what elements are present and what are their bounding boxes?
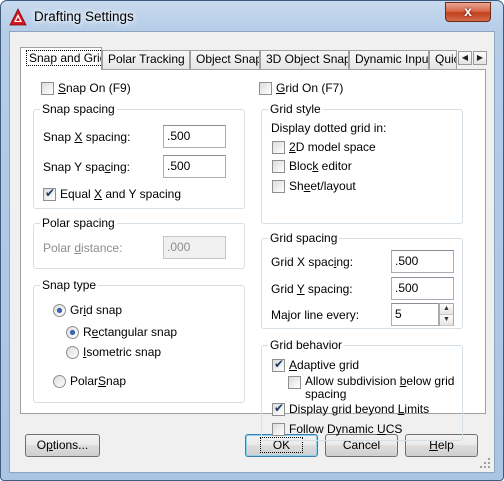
autocad-logo-icon [9, 8, 27, 26]
grid-style-group: Grid style Display dotted grid in: 2D mo… [261, 102, 463, 224]
grid-spacing-group: Grid spacing Grid X spacing: .500 Grid Y… [261, 231, 463, 329]
grid-spacing-legend: Grid spacing [268, 231, 340, 245]
polar-distance-input: .000 [163, 236, 226, 259]
polar-spacing-group: Polar spacing Polar distance: .000 [33, 216, 245, 269]
grid-sheet-layout-box[interactable] [272, 179, 285, 193]
equal-xy-spacing-box[interactable] [43, 186, 56, 201]
options-button[interactable]: Options... [25, 434, 100, 457]
grid-block-editor-checkbox[interactable]: Block editor [272, 159, 352, 173]
isometric-snap-radio-dot[interactable] [66, 345, 79, 359]
chevron-left-icon: ◀ [461, 53, 469, 62]
snap-spacing-group: Snap spacing Snap X spacing: .500 Snap Y… [33, 102, 245, 209]
polar-distance-label: Polar distance: [43, 241, 123, 255]
title-bar[interactable]: Drafting Settings x [1, 1, 503, 31]
snap-y-spacing-input[interactable]: .500 [163, 155, 226, 178]
tab-quick-properties[interactable]: Quic [429, 50, 457, 69]
grid-x-spacing-label: Grid X spacing: [271, 255, 354, 269]
grid-x-spacing-input[interactable]: .500 [391, 250, 454, 273]
grid-behavior-group: Grid behavior Adaptive grid Allow subdiv… [261, 338, 463, 441]
snap-and-grid-panel: Snap On (F9) Snap spacing Snap X spacing… [20, 68, 486, 441]
snap-type-group: Snap type Grid snap Rectangular snap Iso… [33, 278, 245, 403]
major-line-every-input[interactable]: 5 [391, 303, 439, 326]
chevron-right-icon: ▶ [476, 53, 484, 62]
follow-dynamic-ucs-box[interactable] [272, 422, 285, 436]
adaptive-grid-box[interactable] [272, 357, 285, 372]
polar-snap-radio-dot[interactable] [53, 374, 66, 388]
snap-y-spacing-label: Snap Y spacing: [43, 160, 130, 174]
polar-snap-radio[interactable]: PolarSnap [53, 374, 126, 388]
snap-x-spacing-label: Snap X spacing: [43, 130, 131, 144]
equal-xy-spacing-checkbox[interactable]: Equal X and Y spacing [43, 186, 181, 201]
adaptive-grid-checkbox[interactable]: Adaptive grid [272, 357, 359, 372]
snap-on-checkbox[interactable]: Snap On (F9) [41, 81, 131, 95]
resize-grip-icon[interactable] [479, 457, 491, 469]
close-icon: x [464, 3, 472, 19]
tab-scroll-right-button[interactable]: ▶ [473, 51, 487, 65]
grid-style-caption: Display dotted grid in: [271, 121, 387, 135]
allow-subdivision-checkbox[interactable]: Allow subdivision below grid spacing [288, 375, 454, 401]
close-button[interactable]: x [445, 2, 491, 22]
dialog-client-area: Snap and Grid Polar Tracking Object Snap… [9, 31, 495, 473]
grid-2d-model-space-box[interactable] [272, 140, 285, 154]
rectangular-snap-radio[interactable]: Rectangular snap [66, 325, 177, 339]
snap-x-spacing-input[interactable]: .500 [163, 125, 226, 148]
grid-snap-radio-dot[interactable] [53, 303, 66, 317]
grid-block-editor-box[interactable] [272, 159, 285, 173]
rectangular-snap-radio-dot[interactable] [66, 325, 79, 339]
grid-y-spacing-input[interactable]: .500 [391, 277, 454, 300]
snap-type-legend: Snap type [40, 278, 99, 292]
polar-spacing-legend: Polar spacing [40, 216, 117, 230]
tab-strip: Snap and Grid Polar Tracking Object Snap… [20, 47, 490, 70]
snap-spacing-legend: Snap spacing [40, 102, 117, 116]
follow-dynamic-ucs-checkbox[interactable]: Follow Dynamic UCS [272, 422, 402, 436]
major-line-every-label: Major line every: [271, 308, 360, 322]
grid-snap-radio[interactable]: Grid snap [53, 303, 122, 317]
grid-2d-model-space-checkbox[interactable]: 2D model space [272, 140, 376, 154]
window-title: Drafting Settings [34, 9, 134, 24]
allow-subdivision-box[interactable] [288, 376, 301, 389]
grid-sheet-layout-checkbox[interactable]: Sheet/layout [272, 179, 356, 193]
snap-on-box[interactable] [41, 81, 54, 95]
spin-down-icon[interactable]: ▼ [440, 315, 453, 326]
display-beyond-limits-checkbox[interactable]: Display grid beyond Limits [272, 401, 429, 416]
tab-3d-object-snap[interactable]: 3D Object Snap [260, 50, 349, 69]
spin-up-icon[interactable]: ▲ [440, 304, 453, 315]
tab-snap-and-grid[interactable]: Snap and Grid [20, 47, 102, 70]
major-line-spinner[interactable]: ▲ ▼ [439, 303, 454, 326]
dialog-window: Drafting Settings x Snap and Grid Polar … [0, 0, 504, 481]
grid-on-checkbox[interactable]: Grid On (F7) [259, 81, 343, 95]
grid-style-legend: Grid style [268, 102, 323, 116]
tab-polar-tracking[interactable]: Polar Tracking [102, 50, 190, 69]
tab-object-snap[interactable]: Object Snap [190, 50, 260, 69]
grid-y-spacing-label: Grid Y spacing: [271, 282, 353, 296]
tab-scroll-left-button[interactable]: ◀ [458, 51, 472, 65]
display-beyond-limits-box[interactable] [272, 401, 285, 416]
grid-on-box[interactable] [259, 81, 272, 95]
isometric-snap-radio[interactable]: Isometric snap [66, 345, 161, 359]
grid-behavior-legend: Grid behavior [268, 338, 345, 352]
tab-dynamic-input[interactable]: Dynamic Input [349, 50, 429, 69]
